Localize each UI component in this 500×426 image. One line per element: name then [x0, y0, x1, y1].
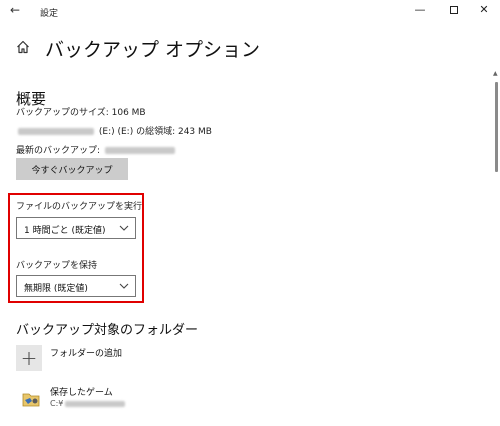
retention-value: 無期限 (既定値) — [24, 284, 88, 294]
frequency-value: 1 時間ごと (既定値) — [24, 226, 106, 236]
page-title: バックアップ オプション — [45, 39, 261, 61]
redacted-path — [65, 400, 126, 407]
drive-info-text: (E:) (E:) の総領域: 243 MB — [16, 124, 212, 137]
folder-item-name[interactable]: 保存したゲーム — [50, 385, 113, 398]
folder-path-prefix: C:¥ — [50, 399, 64, 408]
last-backup-text: 最新のバックアップ: — [16, 143, 177, 156]
window-title: 設定 — [40, 9, 59, 19]
maximize-icon — [450, 6, 458, 14]
saved-games-folder-icon — [22, 393, 40, 407]
folders-heading: バックアップ対象のフォルダー — [16, 323, 199, 338]
backup-frequency-dropdown[interactable]: 1 時間ごと (既定値) — [16, 217, 136, 239]
backup-now-button[interactable]: 今すぐバックアップ — [16, 158, 128, 180]
scrollbar-thumb[interactable] — [495, 82, 498, 172]
chevron-down-icon — [119, 225, 129, 231]
chevron-down-icon — [119, 283, 129, 289]
drive-total-text: (E:) (E:) の総領域: 243 MB — [98, 127, 212, 137]
add-folder-button[interactable]: + — [16, 345, 42, 371]
plus-icon: + — [20, 346, 38, 370]
scroll-up-icon[interactable]: ▲ — [493, 70, 498, 77]
maximize-button[interactable] — [446, 3, 462, 17]
last-backup-label: 最新のバックアップ: — [16, 146, 101, 156]
home-icon[interactable] — [16, 40, 30, 54]
title-bar: ← 設定 — ✕ — [0, 0, 500, 24]
back-arrow-icon[interactable]: ← — [10, 3, 20, 17]
minimize-button[interactable]: — — [412, 3, 428, 16]
retention-label: バックアップを保持 — [16, 261, 98, 271]
add-folder-label[interactable]: フォルダーの追加 — [50, 346, 122, 359]
redacted-date — [104, 147, 175, 154]
backup-retention-dropdown[interactable]: 無期限 (既定値) — [16, 275, 136, 297]
frequency-label: ファイルのバックアップを実行 — [16, 202, 143, 212]
folder-item-path: C:¥ — [50, 399, 127, 408]
close-button[interactable]: ✕ — [476, 3, 492, 16]
redacted-drive-name — [18, 128, 94, 135]
backup-size-text: バックアップのサイズ: 106 MB — [16, 108, 146, 118]
